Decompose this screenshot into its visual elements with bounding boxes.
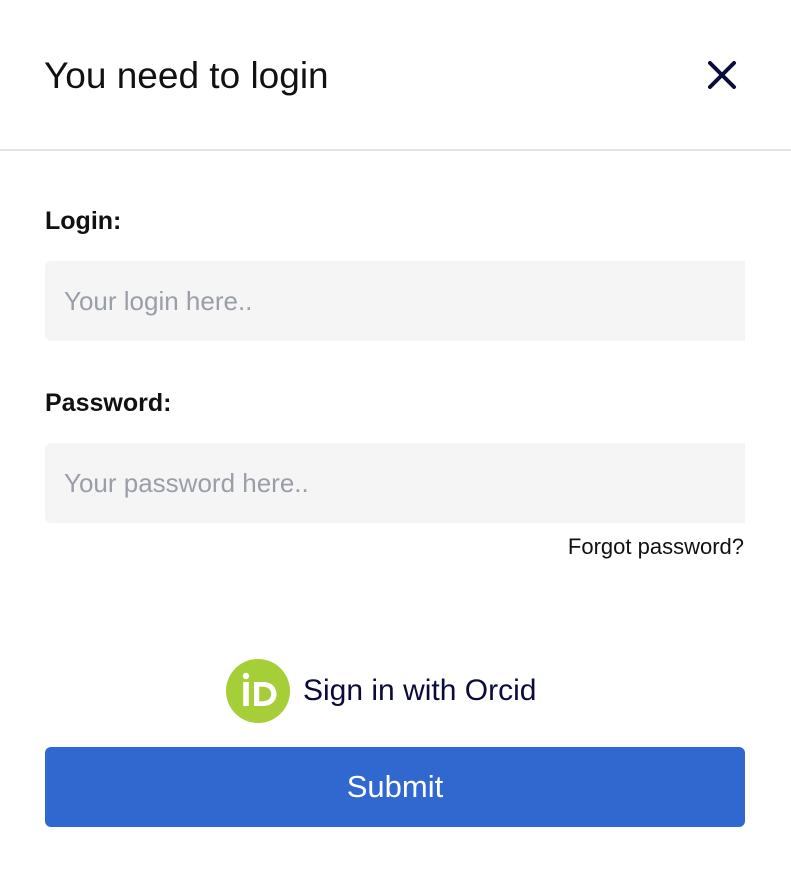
orcid-id-glyph	[242, 672, 277, 706]
password-input[interactable]	[45, 443, 745, 523]
close-button[interactable]	[700, 53, 744, 97]
modal-header: You need to login	[0, 0, 791, 151]
forgot-password-link[interactable]: Forgot password?	[568, 533, 744, 561]
orcid-signin-label: Sign in with Orcid	[303, 674, 537, 707]
login-label: Login:	[45, 207, 122, 235]
password-label: Password:	[45, 389, 172, 417]
orcid-icon	[226, 659, 290, 723]
login-modal: You need to login Login: Password: Forgo…	[0, 0, 791, 874]
modal-title: You need to login	[44, 55, 329, 96]
login-input[interactable]	[45, 261, 745, 341]
submit-button[interactable]: Submit	[45, 747, 745, 827]
close-icon	[708, 61, 736, 89]
orcid-signin-button[interactable]: Sign in with Orcid	[226, 659, 536, 723]
